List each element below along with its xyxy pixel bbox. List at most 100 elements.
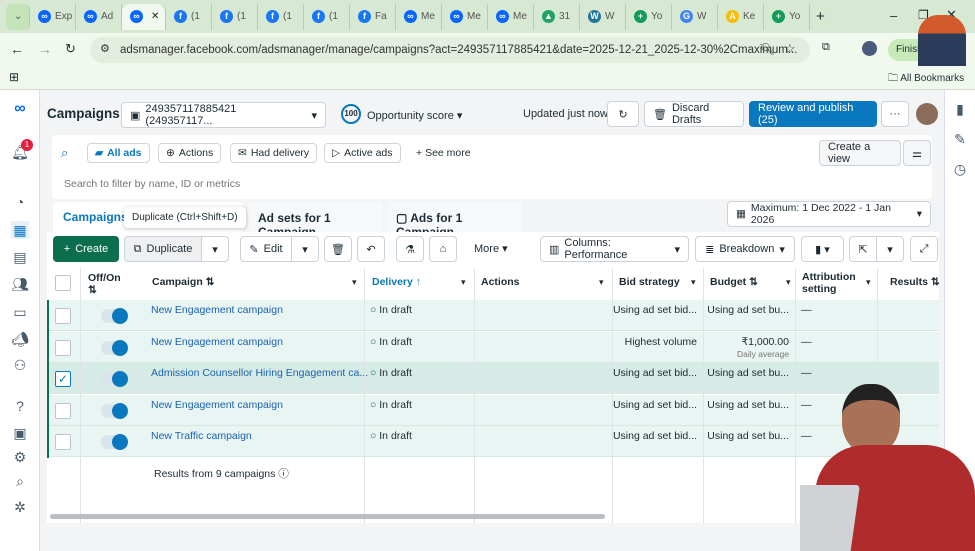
header-delivery[interactable]: Delivery ↑ bbox=[372, 276, 421, 288]
discard-drafts-button[interactable]: 🗑︎ Discard Drafts bbox=[644, 101, 744, 127]
campaign-name-link[interactable]: New Traffic campaign bbox=[151, 430, 252, 442]
row-checkbox[interactable] bbox=[55, 308, 71, 324]
chevron-down-icon[interactable]: ▾ bbox=[691, 277, 696, 288]
row-checkbox[interactable] bbox=[55, 402, 71, 419]
filter-actions[interactable]: ⊕ Actions bbox=[158, 143, 222, 163]
chart-icon[interactable]: ▮ bbox=[951, 100, 969, 118]
all-bookmarks[interactable]: 🗀 All Bookmarks bbox=[888, 71, 964, 88]
opportunity-score-button[interactable]: Opportunity score ▾ bbox=[367, 109, 462, 122]
create-button[interactable]: + Create bbox=[53, 236, 119, 262]
pages-icon[interactable]: ▣ bbox=[11, 424, 29, 442]
select-all-checkbox[interactable] bbox=[55, 275, 71, 291]
row-checkbox[interactable] bbox=[55, 434, 71, 450]
filter-settings-icon[interactable]: ⚌ bbox=[903, 140, 931, 166]
reload-icon[interactable]: ↻ bbox=[65, 41, 76, 57]
refresh-button[interactable]: ↻ bbox=[607, 101, 639, 127]
header-attribution[interactable]: Attribution setting bbox=[802, 271, 862, 295]
browser-tab[interactable]: ∞ Ad bbox=[76, 3, 122, 30]
expand-chart-icon[interactable]: ⤢ bbox=[910, 236, 938, 262]
user-avatar[interactable] bbox=[916, 103, 938, 125]
header-budget[interactable]: Budget ⇅ bbox=[710, 276, 758, 288]
campaign-toggle[interactable] bbox=[101, 434, 128, 450]
header-actions[interactable]: Actions bbox=[481, 276, 520, 288]
delete-icon[interactable]: 🗑︎ bbox=[324, 236, 352, 262]
duplicate-dropdown[interactable]: ▾ bbox=[201, 236, 229, 262]
chevron-down-icon[interactable]: ▾ bbox=[866, 277, 871, 288]
chevron-down-icon[interactable]: ▾ bbox=[599, 277, 604, 288]
site-settings-icon[interactable]: ⚙ bbox=[100, 42, 110, 55]
search-icon[interactable]: ⌕ bbox=[54, 142, 80, 164]
pencil-icon[interactable]: ✎ bbox=[951, 130, 969, 148]
browser-tab[interactable]: ∞ Me bbox=[442, 3, 488, 30]
browser-tab[interactable]: GW bbox=[672, 3, 718, 30]
browser-tab[interactable]: f (1 bbox=[212, 3, 258, 30]
header-results[interactable]: Results ⇅ bbox=[890, 276, 940, 288]
ads-megaphone-icon[interactable]: 📣︎ bbox=[11, 330, 29, 348]
filter-had-delivery[interactable]: ✉ Had delivery bbox=[230, 143, 318, 163]
campaigns-table-icon[interactable]: ▦ bbox=[11, 221, 29, 239]
more-button[interactable]: More ▾ bbox=[474, 242, 508, 255]
header-offon[interactable]: Off/On ⇅ bbox=[88, 272, 121, 296]
zoom-icon[interactable]: 🔍︎ bbox=[760, 42, 775, 56]
url-field[interactable]: ⚙ adsmanager.facebook.com/adsmanager/man… bbox=[90, 37, 810, 63]
search-filter-input[interactable]: Search to filter by name, ID or metrics bbox=[54, 171, 930, 196]
create-view-button[interactable]: Create a view bbox=[819, 140, 901, 166]
browser-tab[interactable]: ▲ 31 bbox=[534, 3, 580, 30]
browser-tab[interactable]: ∞ ✕ bbox=[122, 3, 166, 30]
account-selector[interactable]: ▣ 249357117885421 (249357117... ▾ bbox=[121, 102, 326, 128]
browser-tab[interactable]: ∞ Me bbox=[396, 3, 442, 30]
bug-icon[interactable]: ✲ bbox=[11, 498, 29, 516]
extensions-icon[interactable]: ⧉ bbox=[822, 41, 830, 54]
reports-button[interactable]: ▮ ▾ bbox=[801, 236, 844, 262]
bookmark-star-icon[interactable]: ☆ bbox=[784, 41, 796, 57]
campaign-toggle[interactable] bbox=[101, 371, 128, 387]
history-icon[interactable]: ◷ bbox=[951, 160, 969, 178]
table-row[interactable]: New Engagement campaign ○ In draft Highe… bbox=[47, 331, 939, 363]
tab-search-button[interactable]: ⌄ bbox=[6, 3, 30, 30]
forward-icon[interactable]: → bbox=[38, 41, 52, 57]
duplicate-button[interactable]: ⧉ Duplicate bbox=[124, 236, 202, 262]
browser-tab[interactable]: ∞ Me bbox=[488, 3, 534, 30]
minimize-button[interactable]: – bbox=[890, 8, 897, 23]
back-icon[interactable]: ← bbox=[10, 41, 24, 57]
search-icon[interactable]: ⌕ bbox=[11, 472, 29, 490]
export-icon[interactable]: ⇱ bbox=[849, 236, 877, 262]
header-bid-strategy[interactable]: Bid strategy bbox=[619, 276, 680, 288]
tab-ads[interactable]: ▢ Ads for 1 Campaign bbox=[388, 202, 522, 239]
export-dropdown[interactable]: ▾ bbox=[876, 236, 904, 262]
undo-icon[interactable]: ↶ bbox=[357, 236, 385, 262]
browser-tab[interactable]: + Yo bbox=[626, 3, 672, 30]
billing-icon[interactable]: ▭ bbox=[11, 303, 29, 321]
header-campaign[interactable]: Campaign ⇅ bbox=[152, 276, 214, 288]
ab-test-icon[interactable]: ⚗ bbox=[396, 236, 424, 262]
browser-tab[interactable]: f (1 bbox=[166, 3, 212, 30]
chevron-down-icon[interactable]: ▾ bbox=[461, 277, 466, 288]
campaign-toggle[interactable] bbox=[101, 339, 128, 356]
browser-tab[interactable]: A Ke bbox=[718, 3, 764, 30]
browser-tab[interactable]: f Fa bbox=[350, 3, 396, 30]
chevron-down-icon[interactable]: ▾ bbox=[352, 277, 357, 288]
edit-dropdown[interactable]: ▾ bbox=[291, 236, 319, 262]
browser-tab[interactable]: f (1 bbox=[258, 3, 304, 30]
edit-button[interactable]: ✎ Edit bbox=[240, 236, 292, 262]
columns-button[interactable]: ▥ Columns: Performance ▾ bbox=[540, 236, 689, 262]
see-more-button[interactable]: + See more bbox=[416, 147, 471, 159]
campaign-name-link[interactable]: New Engagement campaign bbox=[151, 336, 283, 348]
campaign-name-link[interactable]: New Engagement campaign bbox=[151, 304, 283, 316]
campaign-toggle[interactable] bbox=[101, 402, 128, 419]
dashboard-icon[interactable]: ◔ bbox=[11, 193, 29, 211]
notifications-icon[interactable]: 🔔︎ 1 bbox=[11, 139, 33, 161]
row-checkbox[interactable] bbox=[55, 339, 71, 356]
close-tab-icon[interactable]: ✕ bbox=[151, 11, 159, 22]
more-options-button[interactable]: ··· bbox=[881, 101, 909, 127]
apps-icon[interactable]: ⊞ bbox=[9, 70, 19, 84]
horizontal-scrollbar[interactable] bbox=[50, 514, 605, 519]
browser-tab[interactable]: WW bbox=[580, 3, 626, 30]
tab-adsets[interactable]: Ad sets for 1 Campaign bbox=[248, 202, 382, 239]
campaign-name-link[interactable]: Admission Counsellor Hiring Engagement c… bbox=[151, 367, 368, 379]
browser-tab[interactable]: f (1 bbox=[304, 3, 350, 30]
campaign-toggle[interactable] bbox=[101, 308, 128, 324]
browser-tab[interactable]: ∞ Exp bbox=[30, 3, 76, 30]
tag-icon[interactable]: ⌂ bbox=[429, 236, 457, 262]
reports-icon[interactable]: ▤ bbox=[11, 248, 29, 266]
